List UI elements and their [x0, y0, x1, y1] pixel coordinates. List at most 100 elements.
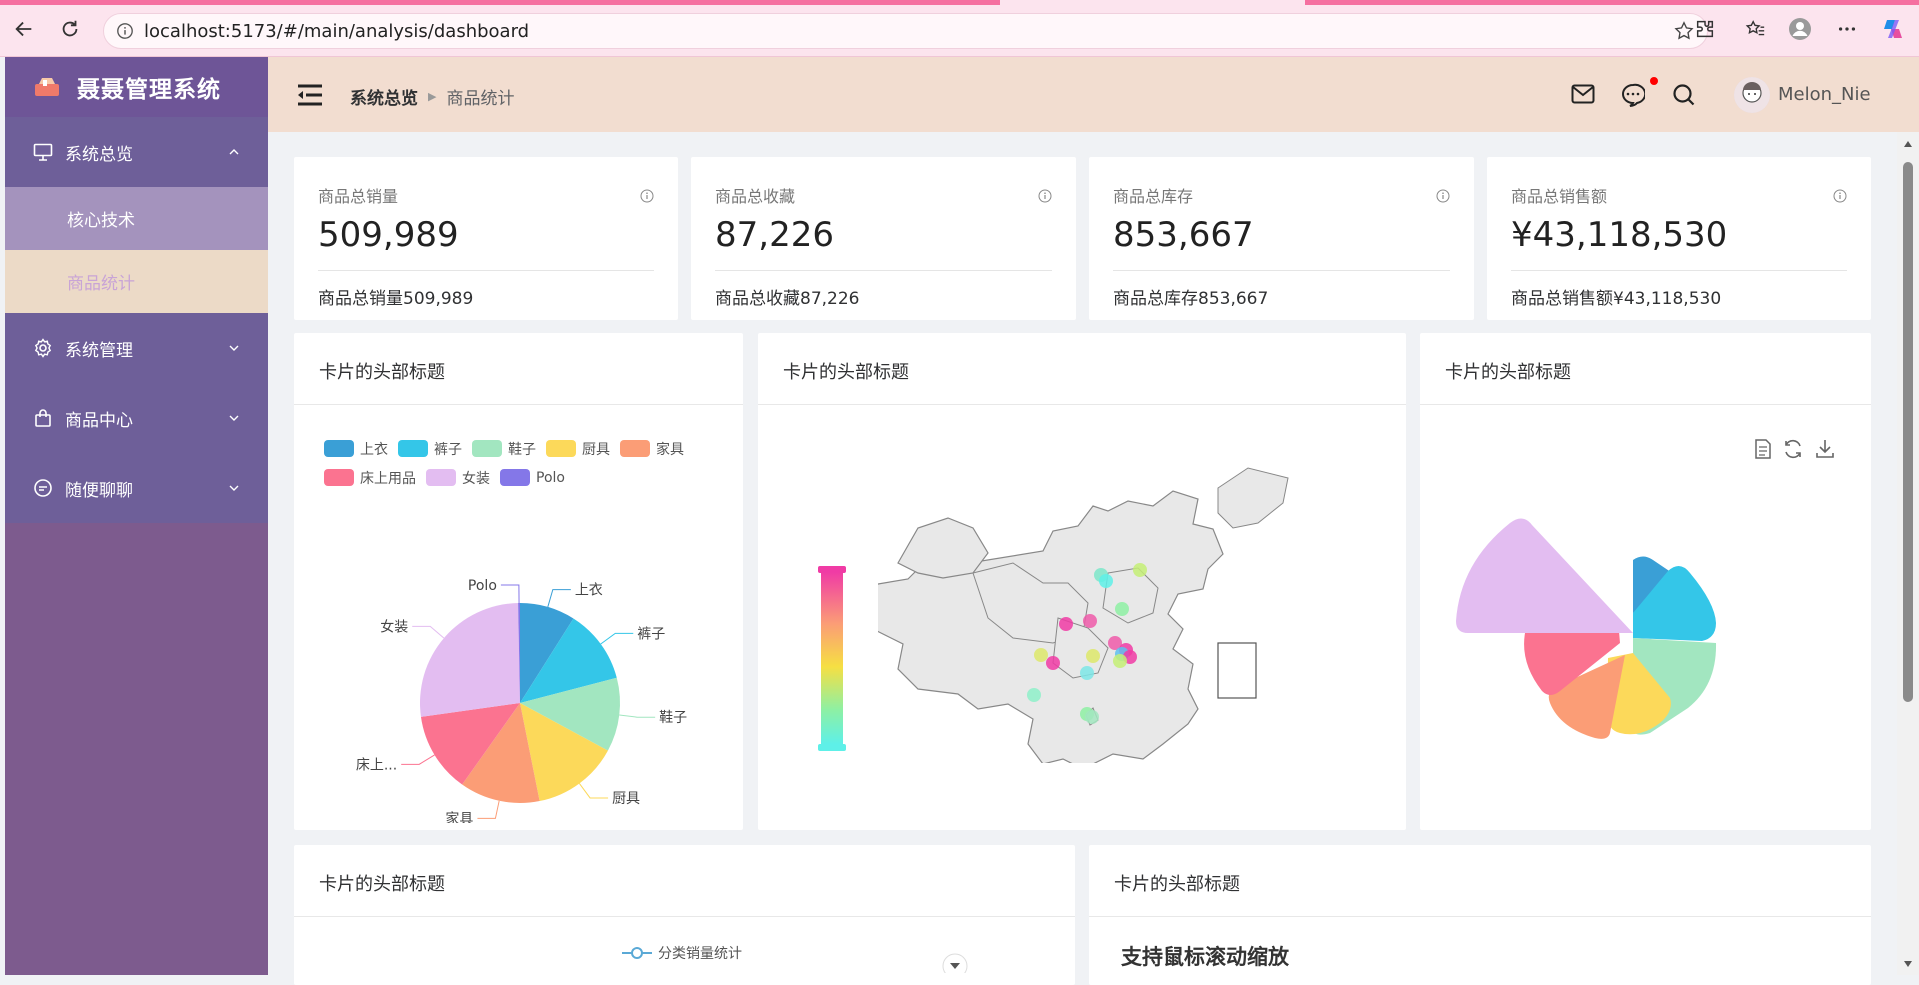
menu-label: 随便聊聊 [65, 480, 133, 501]
rose-chart-card: 卡片的头部标题 [1420, 333, 1871, 830]
rose-chart[interactable] [1420, 433, 1871, 823]
breadcrumb-separator-icon: ▶ [428, 90, 437, 103]
brand-title: 聂聂管理系统 [77, 77, 221, 103]
sidebar: 聂聂管理系统 系统总览 核心技术 商品统计 系统管理 商品中心 随便聊聊 [5, 57, 268, 975]
stat-footer: 商品总销售额¥43,118,530 [1511, 289, 1722, 309]
legend-label: 分类销量统计 [658, 946, 742, 962]
pie-slice[interactable] [420, 603, 520, 717]
breadcrumb-item: 商品统计 [446, 89, 515, 109]
collapse-chevron-icon[interactable] [942, 953, 968, 979]
info-icon[interactable] [1436, 188, 1450, 207]
pie-chart-card: 卡片的头部标题 上衣 裤子 鞋子 厨具 家具 床上用品 女装 Polo 上衣 裤子 鞋子 厨具 家具床… [294, 333, 743, 830]
chart-subtitle: 支持鼠标滚动缩放 [1121, 945, 1289, 969]
brand: 聂聂管理系统 [5, 57, 268, 117]
pie-label-line [477, 800, 500, 819]
copilot-icon[interactable] [1880, 16, 1906, 42]
pie-label: 上衣 [575, 583, 603, 599]
line-legend[interactable]: 分类销量统计 [622, 943, 742, 963]
menu-label: 系统总览 [65, 144, 133, 165]
scrollbar-thumb[interactable] [1903, 162, 1913, 702]
info-icon[interactable] [1833, 188, 1847, 207]
stat-footer: 商品总销量509,989 [318, 289, 474, 309]
chat-icon [33, 477, 55, 499]
menu-fold-icon[interactable] [296, 83, 324, 111]
avatar[interactable] [1734, 77, 1770, 113]
legend-item[interactable]: 厨具 [546, 434, 610, 463]
divider [1511, 270, 1847, 271]
menu-chat[interactable]: 随便聊聊 [5, 453, 268, 523]
pie-label-line [547, 589, 571, 608]
legend-swatch [472, 440, 502, 457]
stat-card: 商品总收藏 87,226 商品总收藏87,226 [691, 157, 1076, 320]
divider [758, 404, 1406, 405]
menu-label: 系统管理 [65, 340, 133, 361]
menu-system-management[interactable]: 系统管理 [5, 313, 268, 383]
bar-chart-card: 卡片的头部标题 支持鼠标滚动缩放 [1089, 845, 1871, 985]
submenu-label: 核心技术 [67, 211, 135, 231]
breadcrumb-item[interactable]: 系统总览 [350, 84, 418, 109]
submenu-label: 商品统计 [67, 274, 135, 294]
monitor-icon [33, 141, 55, 163]
divider [1113, 270, 1450, 271]
pie-label: 床上... [356, 757, 397, 773]
card-title: 卡片的头部标题 [319, 874, 445, 895]
legend-label: 裤子 [434, 441, 462, 458]
stat-value: 853,667 [1113, 215, 1254, 255]
legend-label: 上衣 [360, 441, 388, 458]
search-icon[interactable] [1672, 83, 1696, 111]
favorites-icon[interactable] [1742, 16, 1768, 42]
pie-label: Polo [468, 578, 497, 594]
pie-chart[interactable]: 上衣裤子鞋子厨具家具 床上... 女装 Polo [294, 483, 743, 823]
legend-label: 厨具 [582, 441, 610, 458]
refresh-icon[interactable] [57, 16, 83, 42]
tab-strip [0, 0, 1000, 5]
page-scrollbar[interactable] [1897, 132, 1919, 975]
legend-item[interactable]: 鞋子 [472, 434, 536, 463]
legend-item[interactable]: 家具 [620, 434, 684, 463]
mail-icon[interactable] [1571, 84, 1595, 108]
legend-swatch [398, 440, 428, 457]
info-icon[interactable] [1038, 188, 1052, 207]
profile-icon[interactable] [1787, 16, 1813, 42]
legend-label: 家具 [656, 441, 684, 458]
stat-card: 商品总销售额 ¥43,118,530 商品总销售额¥43,118,530 [1487, 157, 1871, 320]
back-icon[interactable] [11, 16, 37, 42]
divider [318, 270, 654, 271]
username[interactable]: Melon_Nie [1778, 84, 1871, 105]
more-icon[interactable] [1834, 16, 1860, 42]
extensions-icon[interactable] [1692, 16, 1718, 42]
visual-map-slider[interactable] [813, 564, 849, 754]
info-icon[interactable] [640, 188, 654, 207]
bag-icon [33, 407, 55, 429]
china-map[interactable] [878, 443, 1298, 763]
stat-card: 商品总销量 509,989 商品总销量509,989 [294, 157, 678, 320]
legend-swatch [620, 440, 650, 457]
legend-item[interactable]: 裤子 [398, 434, 462, 463]
address-bar[interactable]: localhost:5173/#/main/analysis/dashboard [103, 13, 1708, 49]
pie-label-line [619, 714, 656, 718]
legend-line-icon [622, 947, 652, 959]
pie-label-line [401, 754, 435, 765]
pie-label: 裤子 [637, 626, 665, 642]
line-chart-card: 卡片的头部标题 分类销量统计 [294, 845, 1075, 985]
submenu-core-tech[interactable]: 核心技术 [5, 187, 268, 250]
stat-title: 商品总收藏 [715, 187, 796, 206]
card-title: 卡片的头部标题 [1445, 362, 1571, 383]
pie-label-line [578, 783, 609, 799]
tab-strip [1305, 0, 1919, 5]
stat-card: 商品总库存 853,667 商品总库存853,667 [1089, 157, 1474, 320]
pie-label: 厨具 [612, 791, 640, 807]
menu-system-overview[interactable]: 系统总览 [5, 117, 268, 187]
legend-item[interactable]: 上衣 [324, 434, 388, 463]
submenu-product-stats[interactable]: 商品统计 [5, 250, 268, 313]
map-chart-card: 卡片的头部标题 [758, 333, 1406, 830]
message-icon[interactable] [1621, 83, 1647, 111]
site-info-icon[interactable] [116, 22, 134, 45]
stat-title: 商品总库存 [1113, 187, 1194, 206]
notification-dot [1650, 77, 1658, 85]
menu-product-center[interactable]: 商品中心 [5, 383, 268, 453]
stat-title: 商品总销量 [318, 187, 399, 206]
pie-label-line [600, 632, 634, 645]
logo-icon [33, 76, 61, 98]
card-title: 卡片的头部标题 [1114, 874, 1240, 895]
